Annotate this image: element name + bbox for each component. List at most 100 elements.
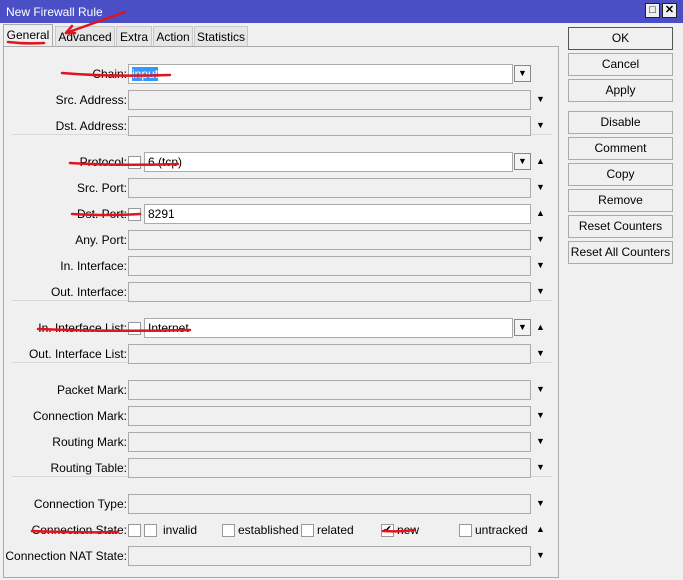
row-connection-type: Connection Type: ▼ <box>4 494 560 514</box>
chain-dropdown-button[interactable]: ▼ <box>514 65 531 82</box>
expand-arrow-down-icon[interactable]: ▼ <box>536 462 545 472</box>
routing-mark-label: Routing Mark: <box>52 435 127 449</box>
chain-input[interactable]: input <box>128 64 513 84</box>
collapse-arrow-up-icon[interactable]: ▲ <box>536 208 545 218</box>
protocol-value: 6 (tcp) <box>148 155 183 169</box>
routing-table-input[interactable] <box>128 458 531 478</box>
state-checkbox-new[interactable]: ✔ <box>381 524 394 537</box>
reset-counters-button[interactable]: Reset Counters <box>568 215 673 238</box>
window-title: New Firewall Rule <box>6 5 103 19</box>
remove-button[interactable]: Remove <box>568 189 673 212</box>
cancel-button[interactable]: Cancel <box>568 53 673 76</box>
src-address-input[interactable] <box>128 90 531 110</box>
collapse-arrow-up-icon[interactable]: ▲ <box>536 322 545 332</box>
tab-statistics[interactable]: Statistics <box>194 26 248 47</box>
ok-button[interactable]: OK <box>568 27 673 50</box>
chain-label: Chain: <box>92 67 127 81</box>
connection-type-input[interactable] <box>128 494 531 514</box>
expand-arrow-down-icon[interactable]: ▼ <box>536 120 545 130</box>
row-connection-mark: Connection Mark: ▼ <box>4 406 560 426</box>
row-dst-address: Dst. Address: ▼ <box>4 116 560 136</box>
expand-arrow-down-icon[interactable]: ▼ <box>536 410 545 420</box>
tab-action[interactable]: Action <box>153 26 193 47</box>
routing-table-label: Routing Table: <box>50 461 128 475</box>
connection-type-label: Connection Type: <box>33 497 127 511</box>
src-address-label: Src. Address: <box>55 93 127 107</box>
connection-state-invert-checkbox[interactable] <box>128 524 141 537</box>
row-out-interface-list: Out. Interface List: ▼ <box>4 344 560 364</box>
tab-advanced[interactable]: Advanced <box>55 26 115 47</box>
state-checkbox-invalid[interactable] <box>144 524 157 537</box>
row-chain: Chain: input ▼ <box>4 64 560 84</box>
routing-mark-input[interactable] <box>128 432 531 452</box>
connection-mark-label: Connection Mark: <box>32 409 127 423</box>
any-port-input[interactable] <box>128 230 531 250</box>
connection-state-label: Connection State: <box>31 523 127 537</box>
in-interface-list-input[interactable]: Internet <box>144 318 513 338</box>
state-label-untracked: untracked <box>475 523 528 537</box>
dst-port-invert-checkbox[interactable] <box>128 208 141 221</box>
state-label-invalid: invalid <box>163 523 198 537</box>
out-interface-list-input[interactable] <box>128 344 531 364</box>
expand-arrow-down-icon[interactable]: ▼ <box>536 550 545 560</box>
expand-arrow-down-icon[interactable]: ▼ <box>536 498 545 508</box>
tab-extra[interactable]: Extra <box>116 26 152 47</box>
general-panel: Chain: input ▼ Src. Address: ▼ Dst. Address: ▼… <box>3 46 559 578</box>
row-dst-port: Dst. Port: 8291 ▲ <box>4 204 560 224</box>
in-interface-list-value: Internet <box>148 321 189 335</box>
close-icon[interactable]: ✕ <box>662 3 677 18</box>
dst-port-label: Dst. Port: <box>76 207 127 221</box>
expand-arrow-down-icon[interactable]: ▼ <box>536 384 545 394</box>
expand-arrow-down-icon[interactable]: ▼ <box>536 182 545 192</box>
packet-mark-input[interactable] <box>128 380 531 400</box>
state-checkbox-untracked[interactable] <box>459 524 472 537</box>
expand-arrow-down-icon[interactable]: ▼ <box>536 260 545 270</box>
out-interface-input[interactable] <box>128 282 531 302</box>
row-in-interface-list: In. Interface List: Internet ▼ ▲ <box>4 318 560 338</box>
reset-all-counters-button[interactable]: Reset All Counters <box>568 241 673 264</box>
state-label-established: established <box>238 523 299 537</box>
expand-arrow-down-icon[interactable]: ▼ <box>536 234 545 244</box>
connection-nat-state-label: Connection NAT State: <box>5 549 127 563</box>
row-connection-nat-state: Connection NAT State: ▼ <box>4 546 560 566</box>
expand-arrow-down-icon[interactable]: ▼ <box>536 436 545 446</box>
row-packet-mark: Packet Mark: ▼ <box>4 380 560 400</box>
expand-arrow-down-icon[interactable]: ▼ <box>536 348 545 358</box>
apply-button[interactable]: Apply <box>568 79 673 102</box>
comment-button[interactable]: Comment <box>568 137 673 160</box>
connection-mark-input[interactable] <box>128 406 531 426</box>
maximize-icon[interactable]: □ <box>645 3 660 18</box>
collapse-arrow-up-icon[interactable]: ▲ <box>536 524 545 534</box>
copy-button[interactable]: Copy <box>568 163 673 186</box>
in-interface-list-label: In. Interface List: <box>38 321 127 335</box>
protocol-input[interactable]: 6 (tcp) <box>144 152 513 172</box>
state-label-related: related <box>317 523 354 537</box>
chain-value: input <box>132 67 159 81</box>
packet-mark-label: Packet Mark: <box>56 383 127 397</box>
tab-general[interactable]: General <box>3 24 53 47</box>
title-bar[interactable]: New Firewall Rule □ ✕ <box>0 0 683 23</box>
any-port-label: Any. Port: <box>75 233 127 247</box>
state-label-new: new <box>397 523 420 537</box>
disable-button[interactable]: Disable <box>568 111 673 134</box>
state-checkbox-established[interactable] <box>222 524 235 537</box>
out-interface-list-label: Out. Interface List: <box>28 347 127 361</box>
protocol-invert-checkbox[interactable] <box>128 156 141 169</box>
dst-address-input[interactable] <box>128 116 531 136</box>
row-in-interface: In. Interface: ▼ <box>4 256 560 276</box>
state-checkbox-related[interactable] <box>301 524 314 537</box>
src-port-input[interactable] <box>128 178 531 198</box>
in-interface-list-dropdown-button[interactable]: ▼ <box>514 319 531 336</box>
dst-address-label: Dst. Address: <box>55 119 127 133</box>
in-interface-label: In. Interface: <box>60 259 127 273</box>
dst-port-input[interactable]: 8291 <box>144 204 531 224</box>
row-routing-table: Routing Table: ▼ <box>4 458 560 478</box>
connection-nat-state-input[interactable] <box>128 546 531 566</box>
protocol-dropdown-button[interactable]: ▼ <box>514 153 531 170</box>
in-interface-list-invert-checkbox[interactable] <box>128 322 141 335</box>
expand-arrow-down-icon[interactable]: ▼ <box>536 286 545 296</box>
expand-arrow-down-icon[interactable]: ▼ <box>536 94 545 104</box>
in-interface-input[interactable] <box>128 256 531 276</box>
collapse-arrow-up-icon[interactable]: ▲ <box>536 156 545 166</box>
src-port-label: Src. Port: <box>76 181 127 195</box>
